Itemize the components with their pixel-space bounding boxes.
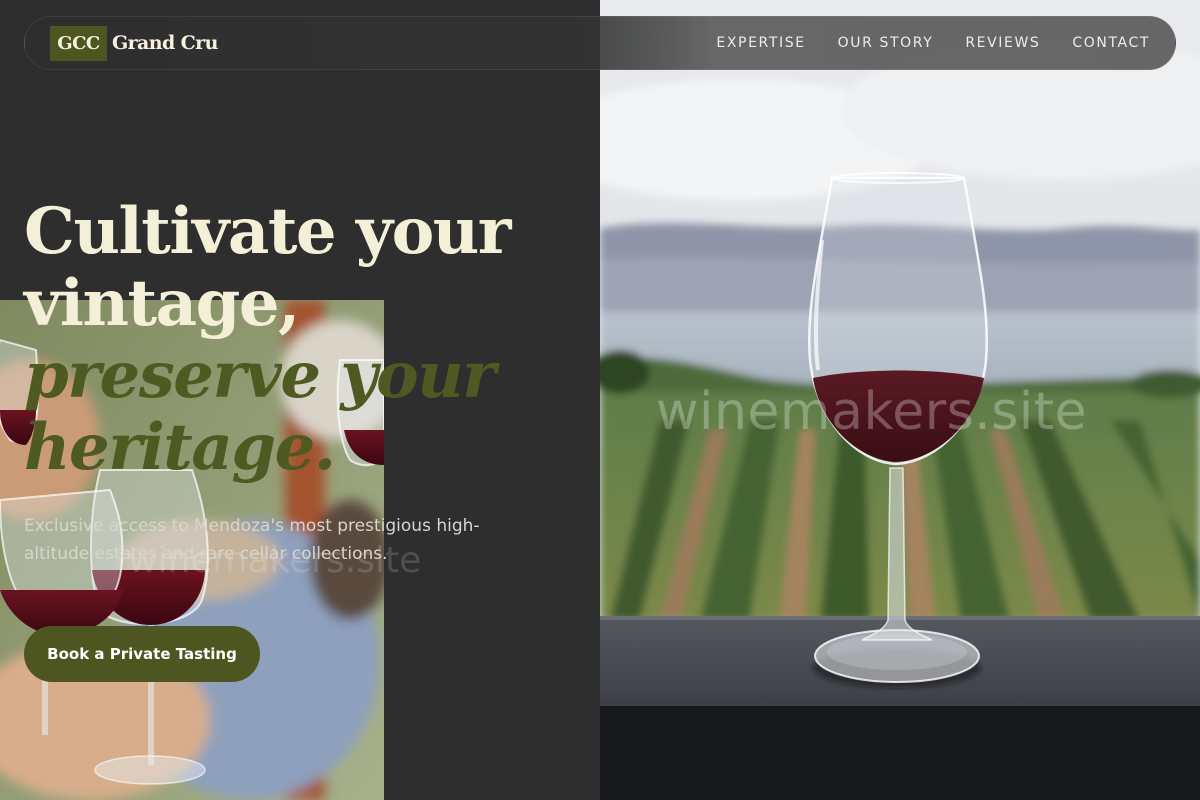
brand-badge: GCC	[50, 25, 107, 61]
headline-line-2: vintage,	[24, 266, 300, 341]
brand-logo[interactable]: GCC Grand Cru	[50, 25, 218, 61]
book-tasting-button[interactable]: Book a Private Tasting	[24, 626, 260, 682]
headline-line-3: preserve your	[24, 338, 496, 413]
headline-line-1: Cultivate your	[24, 194, 512, 269]
hero-headline: Cultivate your vintage, preserve your he…	[24, 196, 584, 484]
nav-link-expertise[interactable]: EXPERTISE	[716, 35, 805, 51]
brand-name: Grand Cru	[112, 32, 218, 54]
hero-image-wine-glass-vineyard	[600, 0, 1200, 800]
nav-link-contact[interactable]: CONTACT	[1072, 35, 1150, 51]
nav-link-reviews[interactable]: REVIEWS	[965, 35, 1040, 51]
nav-links: EXPERTISE OUR STORY REVIEWS CONTACT	[716, 35, 1150, 51]
top-navigation: GCC Grand Cru EXPERTISE OUR STORY REVIEW…	[24, 16, 1176, 70]
headline-line-4: heritage.	[24, 410, 336, 485]
nav-link-our-story[interactable]: OUR STORY	[838, 35, 934, 51]
hero-subtext: Exclusive access to Mendoza's most prest…	[24, 516, 480, 564]
